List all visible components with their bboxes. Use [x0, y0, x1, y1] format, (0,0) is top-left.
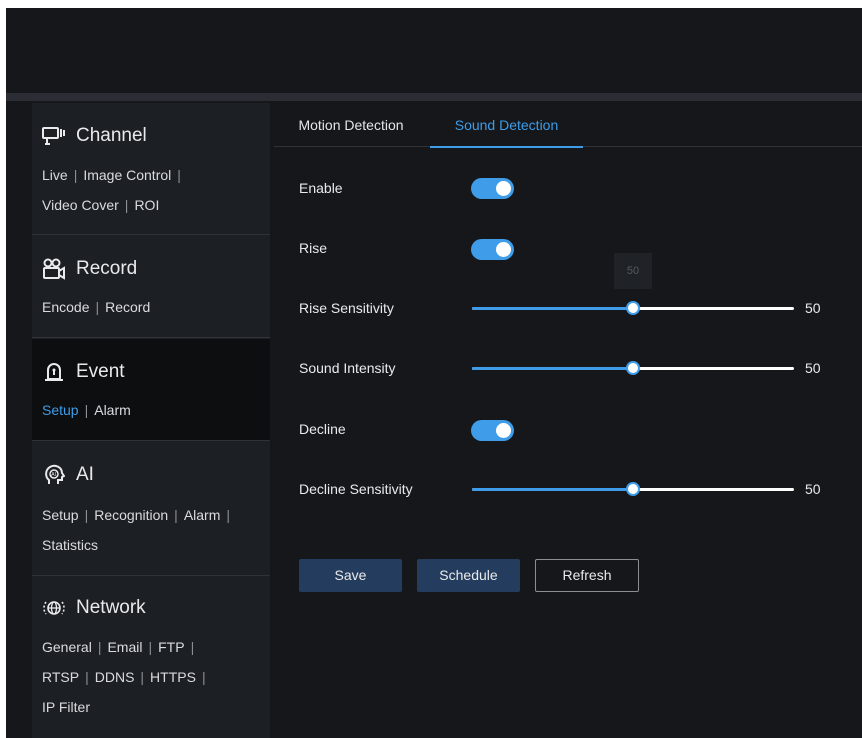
sidebar-links-network: General | Email | FTP | RTSP | DDNS | HTTPS | IP F…: [42, 632, 264, 722]
sidebar-heading-ai-label: AI: [76, 464, 94, 485]
slider-thumb[interactable]: [626, 482, 640, 496]
sidebar-section-ai: AI AI Setup | Recognition | Alarm | Statistic…: [32, 442, 270, 576]
sidebar-section-channel: Channel Live | Image Control | Video Cover |…: [32, 103, 270, 235]
link-separator: |: [190, 639, 195, 655]
sidebar-link-alarm-event[interactable]: Alarm: [94, 402, 131, 418]
app-window: Channel Live | Image Control | Video Cover |…: [6, 8, 862, 738]
sidebar-heading-record[interactable]: Record: [42, 256, 137, 282]
sound-intensity-slider[interactable]: [472, 361, 794, 375]
toggle-knob: [496, 242, 511, 257]
link-separator: |: [140, 669, 145, 685]
decline-sensitivity-label: Decline Sensitivity: [299, 481, 413, 497]
link-separator: |: [97, 639, 102, 655]
link-separator: |: [84, 402, 89, 418]
link-separator: |: [124, 197, 129, 213]
sidebar-link-video-cover[interactable]: Video Cover: [42, 197, 119, 213]
sidebar-link-record[interactable]: Record: [105, 299, 150, 315]
sidebar-link-https[interactable]: HTTPS: [150, 669, 196, 685]
rise-sensitivity-slider[interactable]: [472, 301, 794, 315]
enable-label: Enable: [299, 180, 343, 196]
camera-icon: [42, 257, 66, 281]
sidebar-link-encode[interactable]: Encode: [42, 299, 89, 315]
rise-toggle[interactable]: [471, 239, 514, 260]
monitor-icon: [42, 124, 66, 148]
rise-sensitivity-value: 50: [805, 300, 821, 316]
slider-fill: [472, 367, 633, 370]
toggle-knob: [496, 181, 511, 196]
slider-thumb[interactable]: [626, 301, 640, 315]
tab-bar: Motion Detection Sound Detection: [274, 103, 862, 148]
sidebar-heading-channel[interactable]: Channel: [42, 123, 147, 149]
decline-label: Decline: [299, 421, 346, 437]
sidebar-links-event: Setup | Alarm: [42, 395, 264, 425]
sidebar-link-recognition[interactable]: Recognition: [94, 507, 168, 523]
sidebar-heading-event[interactable]: Event: [42, 359, 125, 385]
enable-toggle[interactable]: [471, 178, 514, 199]
rise-sensitivity-label: Rise Sensitivity: [299, 300, 394, 316]
toggle-knob: [496, 423, 511, 438]
decline-toggle[interactable]: [471, 420, 514, 441]
sidebar-heading-ai[interactable]: AI AI: [42, 462, 94, 488]
sound-intensity-label: Sound Intensity: [299, 360, 396, 376]
sidebar-section-record: Record Encode | Record: [32, 236, 270, 338]
sidebar-link-live[interactable]: Live: [42, 167, 68, 183]
sidebar-link-setup-ai[interactable]: Setup: [42, 507, 79, 523]
sidebar-heading-record-label: Record: [76, 258, 138, 279]
link-separator: |: [73, 167, 78, 183]
sidebar-heading-channel-label: Channel: [76, 125, 147, 146]
sidebar-link-statistics[interactable]: Statistics: [42, 537, 98, 553]
content-panel: Motion Detection Sound Detection Enable …: [274, 103, 862, 738]
tab-motion-detection[interactable]: Motion Detection: [274, 103, 428, 147]
sidebar-links-channel: Live | Image Control | Video Cover | ROI: [42, 160, 264, 220]
slider-fill: [472, 307, 633, 310]
sidebar-link-general[interactable]: General: [42, 639, 92, 655]
sidebar-section-network: Network General | Email | FTP | RTSP | DDNS | HTT…: [32, 577, 270, 738]
sidebar: Channel Live | Image Control | Video Cover |…: [32, 103, 270, 738]
slider-thumb[interactable]: [626, 361, 640, 375]
schedule-button[interactable]: Schedule: [417, 559, 520, 592]
sidebar-link-ip-filter[interactable]: IP Filter: [42, 699, 90, 715]
top-bar: [6, 8, 862, 93]
link-separator: |: [85, 669, 89, 685]
sidebar-link-email[interactable]: Email: [107, 639, 142, 655]
slider-value-tooltip: 50: [614, 253, 652, 289]
refresh-button[interactable]: Refresh: [535, 559, 639, 592]
link-separator: |: [226, 507, 231, 523]
sidebar-link-image-control[interactable]: Image Control: [83, 167, 171, 183]
sidebar-links-ai: Setup | Recognition | Alarm | Statistics: [42, 500, 264, 560]
sidebar-link-rtsp[interactable]: RTSP: [42, 669, 79, 685]
sidebar-section-event: Event Setup | Alarm: [32, 339, 270, 441]
sidebar-heading-event-label: Event: [76, 361, 125, 382]
save-button[interactable]: Save: [299, 559, 402, 592]
link-separator: |: [177, 167, 181, 183]
link-separator: |: [201, 669, 206, 685]
link-separator: |: [148, 639, 153, 655]
sidebar-link-ddns[interactable]: DDNS: [95, 669, 135, 685]
ai-head-icon: AI: [42, 463, 66, 487]
sidebar-heading-network[interactable]: Network: [42, 595, 146, 621]
top-divider: [6, 93, 862, 101]
link-separator: |: [174, 507, 178, 523]
sidebar-heading-network-label: Network: [76, 597, 146, 618]
slider-fill: [472, 488, 633, 491]
sidebar-links-record: Encode | Record: [42, 292, 264, 322]
sidebar-link-setup-event[interactable]: Setup: [42, 402, 79, 418]
sound-intensity-value: 50: [805, 360, 821, 376]
sidebar-link-alarm-ai[interactable]: Alarm: [184, 507, 221, 523]
globe-icon: [42, 596, 66, 620]
decline-sensitivity-slider[interactable]: [472, 482, 794, 496]
svg-text:AI: AI: [51, 472, 56, 478]
decline-sensitivity-value: 50: [805, 481, 821, 497]
link-separator: |: [84, 507, 89, 523]
link-separator: |: [95, 299, 100, 315]
tab-sound-detection[interactable]: Sound Detection: [430, 103, 583, 148]
sidebar-link-ftp[interactable]: FTP: [158, 639, 184, 655]
rise-label: Rise: [299, 240, 328, 256]
alarm-bell-icon: [42, 360, 66, 384]
sidebar-link-roi[interactable]: ROI: [134, 197, 159, 213]
